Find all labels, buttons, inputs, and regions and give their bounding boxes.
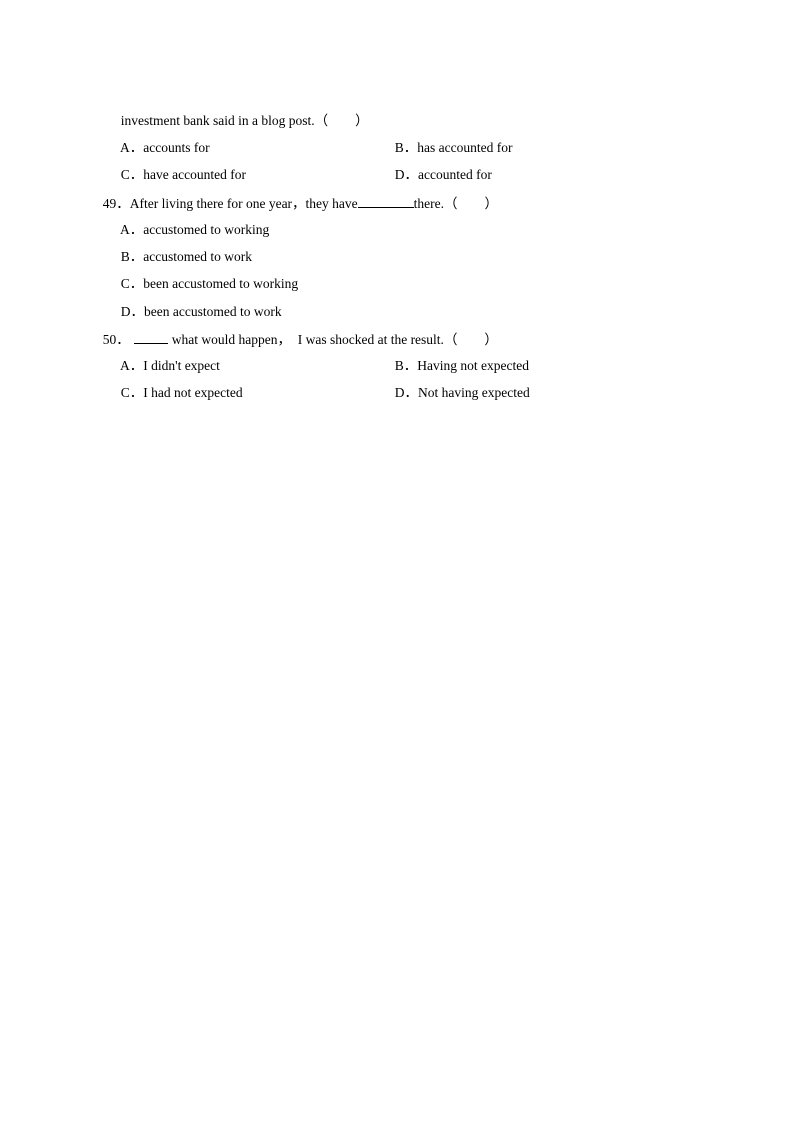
answer-paren: （ ） [444,196,499,211]
option-text: Not having expected [418,385,530,400]
answer-paren: （ ） [314,113,369,128]
q50-option-c: C．I had not expected [114,369,243,401]
q49-stem-after: there. [413,196,445,211]
answer-blank [357,195,414,208]
q50-option-d: D．Not having expected [388,369,530,401]
option-text: I had not expected [143,385,243,400]
option-letter: C． [120,385,144,400]
option-letter: D． [394,385,418,400]
